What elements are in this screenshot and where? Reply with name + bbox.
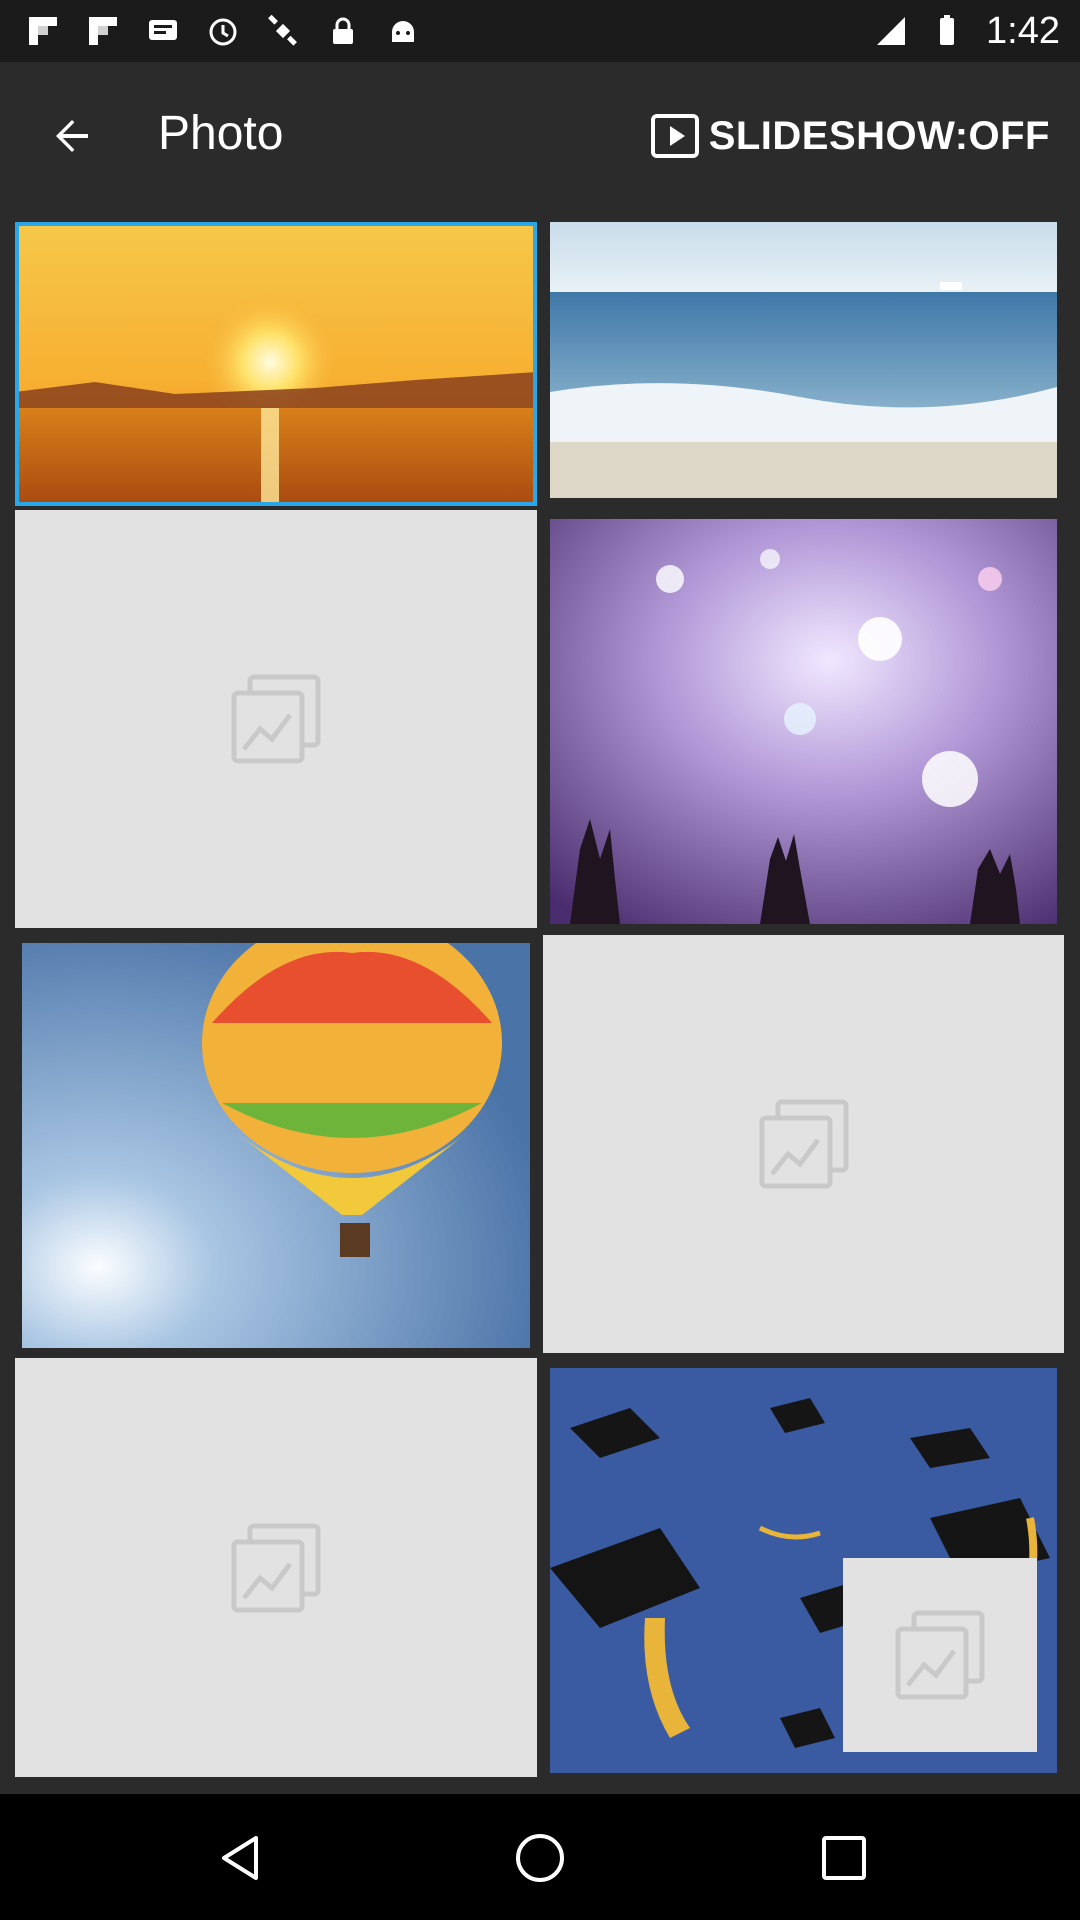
status-bar: 1:42 [0,0,1080,62]
flipboard-icon [29,17,57,45]
signal-icon [877,17,906,45]
beach-photo [550,222,1057,498]
photo-tile-placeholder[interactable] [543,935,1064,1353]
thumbnail-loading-placeholder [843,1558,1037,1752]
satellite-fake-icon [268,14,297,46]
message-icon [149,20,177,40]
android-icon [392,21,414,42]
image-placeholder-icon [759,1099,848,1189]
nav-home-icon [516,1834,564,1882]
photo-tile-balloon[interactable] [22,943,530,1348]
sunset-photo [15,222,537,506]
photo-tile-beach[interactable] [550,222,1057,498]
nav-recents-button[interactable] [802,1816,886,1900]
play-box-icon [650,114,699,158]
alarm-icon [209,18,237,46]
page-title: Photo [158,107,284,160]
lock-icon [333,17,353,44]
flipboard-icon [89,17,117,45]
image-placeholder-icon [231,1523,321,1612]
slideshow-toggle-button[interactable]: SLIDESHOW:OFF [649,106,1050,166]
photo-tile-placeholder[interactable] [15,510,537,928]
arrow-back-icon [56,120,88,152]
app-bar: Photo SLIDESHOW:OFF [0,62,1080,210]
image-placeholder-icon [895,1610,985,1700]
nav-home-button[interactable] [498,1816,582,1900]
status-time: 1:42 [986,9,1060,52]
photo-tile-sunset[interactable] [15,222,537,506]
slideshow-label: SLIDESHOW:OFF [708,113,1050,158]
photo-tile-placeholder[interactable] [15,1358,537,1777]
nav-recents-icon [822,1836,866,1880]
back-button[interactable] [36,104,108,168]
balloon-photo [22,943,530,1348]
photo-tile-concert[interactable] [550,519,1057,924]
image-placeholder-icon [231,674,321,764]
nav-back-icon [222,1836,258,1880]
nav-back-button[interactable] [198,1816,282,1900]
battery-icon [940,15,955,45]
concert-photo [550,519,1057,924]
navigation-bar [0,1794,1080,1920]
